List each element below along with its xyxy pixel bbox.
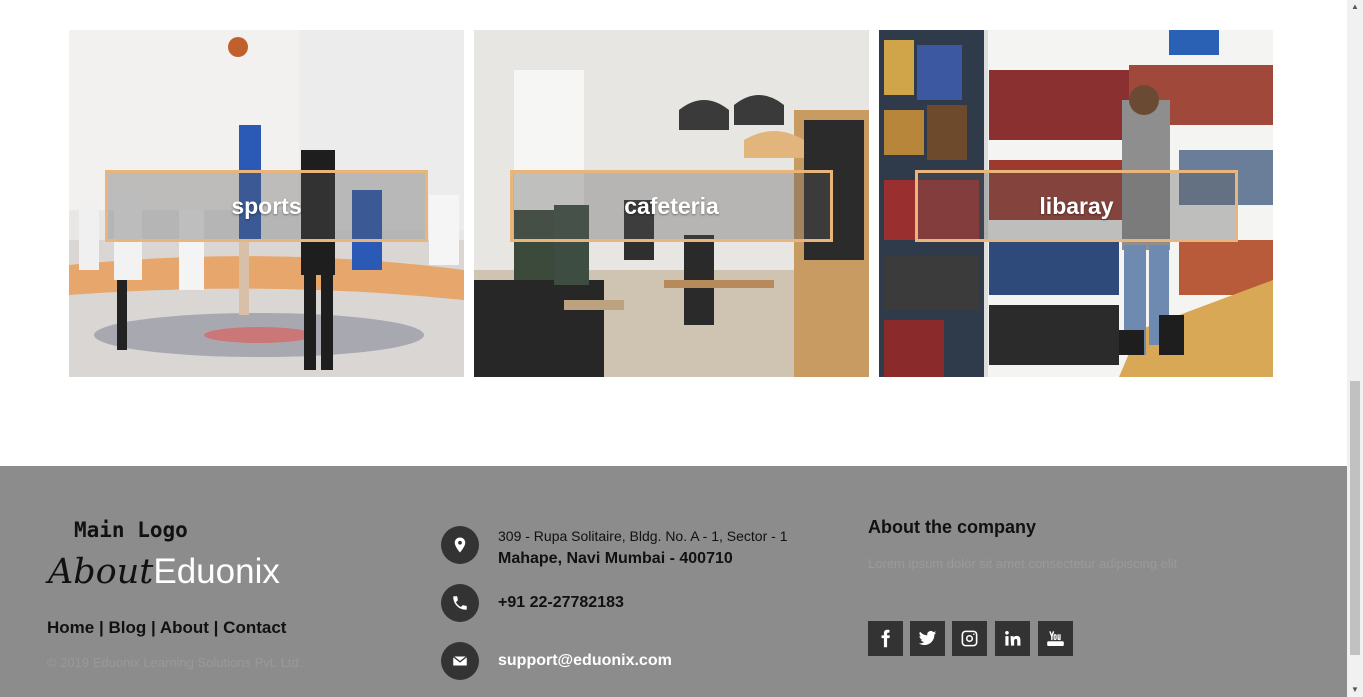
scroll-up-icon[interactable]: ▲ xyxy=(1347,0,1363,14)
linkedin-icon[interactable] xyxy=(995,621,1030,656)
brand-logo[interactable]: AboutEduonix xyxy=(48,552,280,592)
address-line1: 309 - Rupa Solitaire, Bldg. No. A - 1, S… xyxy=(498,528,788,544)
image-gallery: sports cafeteria libaray xyxy=(69,30,1273,377)
footer-nav: Home | Blog | About | Contact xyxy=(47,618,286,638)
site-footer: Main Logo AboutEduonix Home | Blog | Abo… xyxy=(0,466,1347,697)
tile-caption: sports xyxy=(105,170,428,242)
youtube-icon[interactable] xyxy=(1038,621,1073,656)
nav-separator: | xyxy=(213,618,219,637)
brand-part2: Eduonix xyxy=(153,552,280,591)
envelope-icon xyxy=(441,642,479,680)
twitter-icon[interactable] xyxy=(910,621,945,656)
footer-link-contact[interactable]: Contact xyxy=(223,618,286,637)
tile-caption: cafeteria xyxy=(510,170,833,242)
vertical-scrollbar[interactable]: ▲ ▼ xyxy=(1347,0,1363,697)
nav-separator: | xyxy=(98,618,104,637)
footer-link-blog[interactable]: Blog xyxy=(108,618,146,637)
copyright-text: © 2019 Eduonix Learning Solutions Pvt. L… xyxy=(47,655,303,670)
gallery-tile-cafeteria[interactable]: cafeteria xyxy=(474,30,869,377)
main-logo[interactable]: Main Logo xyxy=(74,518,188,542)
nav-separator: | xyxy=(150,618,156,637)
phone-number[interactable]: +91 22-27782183 xyxy=(498,594,624,612)
tile-caption: libaray xyxy=(915,170,1238,242)
map-pin-icon xyxy=(441,526,479,564)
gallery-tile-sports[interactable]: sports xyxy=(69,30,464,377)
about-company-text: Lorem ipsum dolor sit amet consectetur a… xyxy=(868,556,1178,571)
about-company-title: About the company xyxy=(868,517,1037,537)
address-line2: Mahape, Navi Mumbai - 400710 xyxy=(498,550,733,567)
phone-icon xyxy=(441,584,479,622)
footer-link-about[interactable]: About xyxy=(160,618,209,637)
facebook-icon[interactable] xyxy=(868,621,903,656)
scroll-thumb[interactable] xyxy=(1350,381,1360,655)
scroll-down-icon[interactable]: ▼ xyxy=(1347,683,1363,697)
footer-link-home[interactable]: Home xyxy=(47,618,94,637)
email-link[interactable]: support@eduonix.com xyxy=(498,652,672,670)
instagram-icon[interactable] xyxy=(952,621,987,656)
gallery-tile-library[interactable]: libaray xyxy=(879,30,1273,377)
brand-part1: About xyxy=(48,552,154,592)
